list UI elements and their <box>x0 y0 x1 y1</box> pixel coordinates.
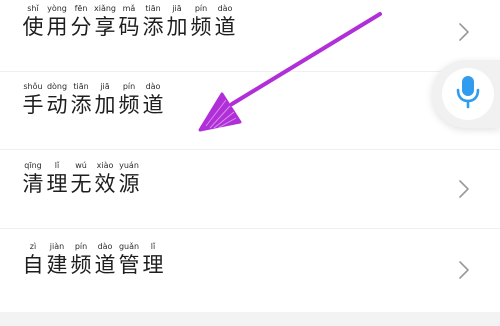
pinyin: lǐ <box>150 242 156 251</box>
voice-assistant-float[interactable] <box>432 60 500 128</box>
hanzi: 管 <box>118 253 140 277</box>
hanzi: 无 <box>70 172 92 196</box>
pinyin: lǐ <box>54 161 60 170</box>
char: tiān 添 <box>70 82 92 118</box>
hanzi: 手 <box>22 93 44 117</box>
char: dào 道 <box>94 242 116 278</box>
chevron-right-icon <box>458 22 470 42</box>
pinyin: shǐ <box>27 4 39 13</box>
hanzi: 添 <box>142 15 164 39</box>
channel-settings-menu: shǐ 使 yòng 用 fēn 分 xiǎng 享 mǎ 码 tiān 添 jiā 加 pí… <box>0 0 500 326</box>
char: mǎ 码 <box>118 4 140 40</box>
char: pín 频 <box>70 242 92 278</box>
pinyin: pín <box>194 4 208 13</box>
pinyin: dào <box>217 4 233 13</box>
microphone-icon <box>455 75 481 113</box>
menu-item-label: qīng 清 lǐ 理 wú 无 xiào 效 yuán 源 <box>22 161 140 197</box>
char: shǐ 使 <box>22 4 44 40</box>
pinyin: dào <box>145 82 161 91</box>
hanzi: 码 <box>118 15 140 39</box>
pinyin: tiān <box>73 82 89 91</box>
pinyin: mǎ <box>122 4 136 13</box>
pinyin: jiā <box>172 4 182 13</box>
hanzi: 自 <box>22 253 44 277</box>
chevron-right-icon <box>458 260 470 280</box>
char: shǒu 手 <box>22 82 44 118</box>
hanzi: 源 <box>118 172 140 196</box>
pinyin: pín <box>74 242 88 251</box>
hanzi: 频 <box>70 253 92 277</box>
char: xiào 效 <box>94 161 116 197</box>
hanzi: 频 <box>118 93 140 117</box>
pinyin: tiān <box>145 4 161 13</box>
char: xiǎng 享 <box>94 4 116 40</box>
pinyin: fēn <box>74 4 88 13</box>
pinyin: yuán <box>119 161 139 170</box>
pinyin: dòng <box>46 82 68 91</box>
hanzi: 效 <box>94 172 116 196</box>
hanzi: 清 <box>22 172 44 196</box>
menu-item-clean-invalid-sources[interactable]: qīng 清 lǐ 理 wú 无 xiào 效 yuán 源 <box>0 151 500 229</box>
hanzi: 添 <box>70 93 92 117</box>
hanzi: 理 <box>142 253 164 277</box>
pinyin: pín <box>122 82 136 91</box>
pinyin: yòng <box>47 4 67 13</box>
hanzi: 享 <box>94 15 116 39</box>
char: dào 道 <box>214 4 236 40</box>
char: lǐ 理 <box>142 242 164 278</box>
char: zì 自 <box>22 242 44 278</box>
pinyin: qīng <box>24 161 42 170</box>
chevron-right-icon <box>458 179 470 199</box>
pinyin: guǎn <box>118 242 140 251</box>
pinyin: zì <box>29 242 37 251</box>
pinyin: wú <box>75 161 87 170</box>
hanzi: 加 <box>166 15 188 39</box>
pinyin: shǒu <box>23 82 43 91</box>
bottom-divider <box>0 312 500 326</box>
hanzi: 理 <box>46 172 68 196</box>
char: tiān 添 <box>142 4 164 40</box>
char: yuán 源 <box>118 161 140 197</box>
pinyin: xiào <box>96 161 114 170</box>
char: pín 频 <box>190 4 212 40</box>
hanzi: 道 <box>142 93 164 117</box>
pinyin: dào <box>97 242 113 251</box>
menu-item-share-code-add-channel[interactable]: shǐ 使 yòng 用 fēn 分 xiǎng 享 mǎ 码 tiān 添 jiā 加 pí… <box>0 0 500 72</box>
hanzi: 使 <box>22 15 44 39</box>
menu-item-manual-add-channel[interactable]: shǒu 手 dòng 动 tiān 添 jiā 加 pín 频 dào 道 <box>0 72 500 150</box>
char: yòng 用 <box>46 4 68 40</box>
pinyin: jiā <box>100 82 110 91</box>
char: qīng 清 <box>22 161 44 197</box>
hanzi: 分 <box>70 15 92 39</box>
pinyin: jiàn <box>49 242 65 251</box>
char: jiàn 建 <box>46 242 68 278</box>
char: wú 无 <box>70 161 92 197</box>
menu-item-label: shǐ 使 yòng 用 fēn 分 xiǎng 享 mǎ 码 tiān 添 jiā 加 pí… <box>22 4 236 40</box>
menu-item-label: zì 自 jiàn 建 pín 频 dào 道 guǎn 管 lǐ 理 <box>22 242 164 278</box>
hanzi: 加 <box>94 93 116 117</box>
char: fēn 分 <box>70 4 92 40</box>
hanzi: 动 <box>46 93 68 117</box>
char: lǐ 理 <box>46 161 68 197</box>
hanzi: 道 <box>214 15 236 39</box>
menu-item-custom-channel-management[interactable]: zì 自 jiàn 建 pín 频 dào 道 guǎn 管 lǐ 理 <box>0 232 500 310</box>
menu-item-label: shǒu 手 dòng 动 tiān 添 jiā 加 pín 频 dào 道 <box>22 82 164 118</box>
hanzi: 建 <box>46 253 68 277</box>
char: pín 频 <box>118 82 140 118</box>
char: dào 道 <box>142 82 164 118</box>
char: jiā 加 <box>94 82 116 118</box>
hanzi: 用 <box>46 15 68 39</box>
char: dòng 动 <box>46 82 68 118</box>
pinyin: xiǎng <box>94 4 117 13</box>
char: jiā 加 <box>166 4 188 40</box>
char: guǎn 管 <box>118 242 140 278</box>
hanzi: 频 <box>190 15 212 39</box>
hanzi: 道 <box>94 253 116 277</box>
microphone-button[interactable] <box>442 68 494 120</box>
